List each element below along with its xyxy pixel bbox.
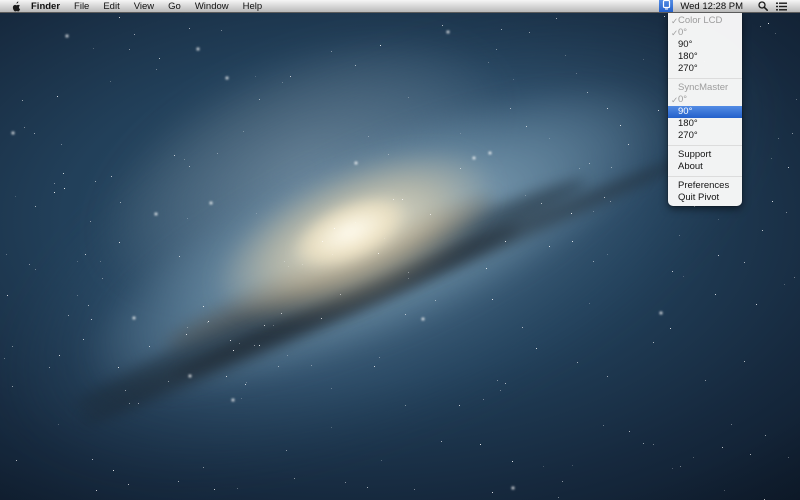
menu-item-s0-180[interactable]: 180°: [668, 51, 742, 63]
menu-bar-item-window[interactable]: Window: [188, 0, 236, 12]
menu-bar: FinderFileEditViewGoWindowHelp Wed 12:28…: [0, 0, 800, 13]
menu-item-label: 0°: [678, 95, 687, 105]
menu-bar-item-finder[interactable]: Finder: [24, 0, 67, 12]
menu-item-s0-270[interactable]: 270°: [668, 63, 742, 75]
menu-item-s0-color-lcd: ✓Color LCD: [668, 15, 742, 27]
menu-bar-status: Wed 12:28 PM: [659, 0, 800, 12]
menu-item-s3-preferences[interactable]: Preferences: [668, 180, 742, 192]
menu-bar-item-help[interactable]: Help: [236, 0, 270, 12]
menu-item-label: 0°: [678, 28, 687, 38]
spotlight-search-icon[interactable]: [756, 0, 769, 12]
menu-separator: [668, 78, 742, 79]
menu-separator: [668, 176, 742, 177]
menu-item-s0-0: ✓0°: [668, 27, 742, 39]
menu-separator: [668, 145, 742, 146]
menu-item-s1-90[interactable]: 90°: [668, 106, 742, 118]
menu-item-s2-support[interactable]: Support: [668, 149, 742, 161]
menu-item-label: Color LCD: [678, 16, 722, 26]
menu-item-label: 90°: [678, 107, 692, 117]
menu-bar-clock[interactable]: Wed 12:28 PM: [673, 1, 750, 12]
menu-item-label: Support: [678, 150, 711, 160]
menu-item-s1-270[interactable]: 270°: [668, 130, 742, 142]
menu-item-s0-90[interactable]: 90°: [668, 39, 742, 51]
menu-bar-item-edit[interactable]: Edit: [96, 0, 126, 12]
menu-bar-item-go[interactable]: Go: [161, 0, 188, 12]
pivot-dropdown-menu: ✓Color LCD✓0°90°180°270°SyncMaster✓0°90°…: [668, 13, 742, 206]
menu-bar-item-file[interactable]: File: [67, 0, 96, 12]
check-icon: ✓: [671, 96, 678, 105]
menu-bar-apps: FinderFileEditViewGoWindowHelp: [24, 0, 269, 12]
menu-item-label: Quit Pivot: [678, 193, 719, 203]
menu-bar-item-view[interactable]: View: [127, 0, 161, 12]
menu-item-label: SyncMaster: [678, 83, 728, 93]
menu-item-s1-180[interactable]: 180°: [668, 118, 742, 130]
menu-item-label: 90°: [678, 40, 692, 50]
menu-item-label: 180°: [678, 119, 698, 129]
menu-item-label: 180°: [678, 52, 698, 62]
menu-bar-left: FinderFileEditViewGoWindowHelp: [0, 0, 269, 12]
menu-item-label: 270°: [678, 64, 698, 74]
menu-item-label: 270°: [678, 131, 698, 141]
apple-menu-icon[interactable]: [9, 0, 24, 12]
menu-item-s1-syncmaster: SyncMaster: [668, 82, 742, 94]
pivot-menu-extra[interactable]: [659, 0, 673, 12]
menu-item-s3-quit-pivot[interactable]: Quit Pivot: [668, 192, 742, 204]
check-icon: ✓: [671, 29, 678, 38]
pivot-display-icon: [662, 0, 671, 13]
notification-center-icon[interactable]: [775, 0, 788, 12]
menu-item-s2-about[interactable]: About: [668, 161, 742, 173]
menu-item-label: Preferences: [678, 181, 729, 191]
menu-item-s1-0: ✓0°: [668, 94, 742, 106]
check-icon: ✓: [671, 17, 678, 26]
menu-item-label: About: [678, 162, 703, 172]
